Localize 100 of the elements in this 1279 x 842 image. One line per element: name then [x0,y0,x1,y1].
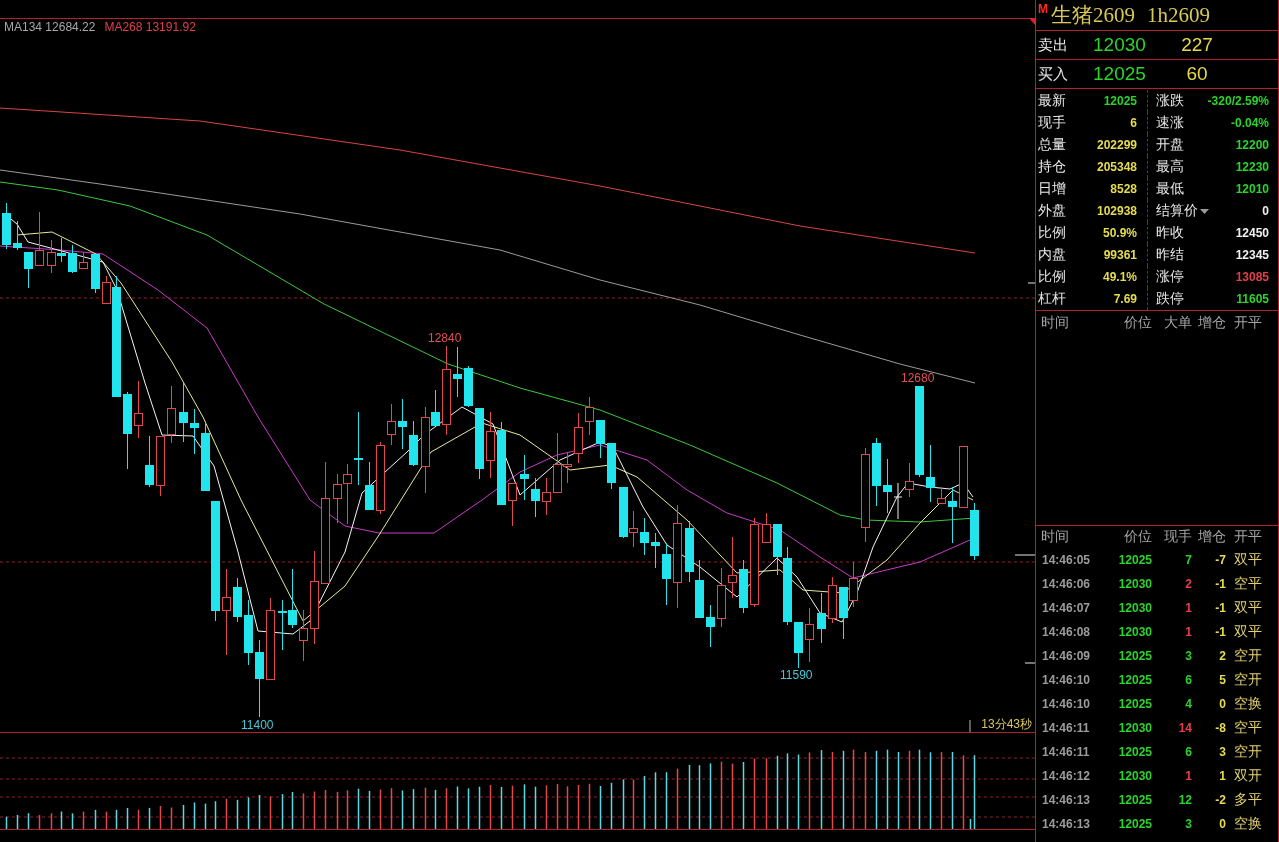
stat-value: 7.69 [1113,292,1137,306]
stat-label: 杠杆 [1038,290,1066,308]
price-cell-text: 12030 [1117,577,1152,591]
stat-value: 8528 [1110,182,1137,196]
change-cell-text: -1 [1214,577,1226,591]
stat-label: 比例 [1038,224,1066,242]
stat-value: 0 [1262,204,1269,218]
stat-value: 12025 [1103,94,1137,108]
change-cell-text: 1 [1218,769,1226,783]
trade-type-cell-text: 双开 [1233,767,1263,785]
volume-cell-text: 12 [1177,793,1192,807]
stat-label: 涨停 [1156,268,1184,286]
stat-label: 比例 [1038,268,1066,286]
price-cell-text: 12025 [1117,553,1152,567]
caret-down-icon[interactable] [1200,208,1209,214]
volume-cell-text: 3 [1184,649,1192,663]
price-cell-text: 12030 [1117,769,1152,783]
stat-value: 205348 [1096,160,1137,174]
trade-type-cell-text: 空开 [1233,647,1263,665]
time-cell-text: 14:46:11 [1041,721,1091,735]
volume-cell-text: 1 [1184,769,1192,783]
price-cell-text: 12025 [1117,649,1152,663]
trade-type-cell-text: 空开 [1233,671,1263,689]
volume-cell-text: 14 [1177,721,1192,735]
stat-value: 12345 [1235,248,1269,262]
stat-value: 102938 [1096,204,1137,218]
stat-value: 202299 [1096,138,1137,152]
column-header: 大单 [1163,314,1192,332]
trade-type-cell-text: 双平 [1233,599,1263,617]
column-header: 现手 [1163,528,1192,546]
volume-cell-text: 3 [1184,817,1192,831]
trade-type-cell-text: 空开 [1233,743,1263,761]
change-cell-text: -1 [1214,625,1226,639]
time-cell-text: 14:46:07 [1041,601,1092,615]
column-header: 增仓 [1197,528,1226,546]
stat-label: 跌停 [1156,290,1184,308]
price-cell-text: 12030 [1117,601,1152,615]
trade-type-cell-text: 双平 [1233,623,1263,641]
stat-label: 总量 [1038,136,1066,154]
stat-label: 昨收 [1156,224,1184,242]
bid-volume: 60 [1185,63,1209,85]
price-cell-text: 12025 [1117,745,1152,759]
stat-label: 速涨 [1156,114,1184,132]
stat-label: 持仓 [1038,158,1066,176]
change-cell-text: 2 [1218,649,1226,663]
column-header: 时间 [1040,528,1070,546]
column-header: 价位 [1123,314,1152,332]
price-cell-text: 12025 [1117,673,1152,687]
stat-value: 12230 [1235,160,1269,174]
stat-value: 6 [1130,116,1137,130]
stat-label: 涨跌 [1156,92,1184,110]
volume-cell-text: 7 [1184,553,1192,567]
ask-volume: 227 [1180,34,1214,56]
price-cell-text: 12030 [1117,721,1152,735]
time-cell-text: 14:46:05 [1041,553,1092,567]
stat-value: -320/2.59% [1207,94,1269,108]
time-cell-text: 14:46:10 [1041,673,1092,687]
stat-label: 最低 [1156,180,1184,198]
volume-cell-text: 6 [1184,673,1192,687]
volume-cell-text: 2 [1184,577,1192,591]
change-cell-text: -7 [1214,553,1226,567]
contract-code: 1h2609 [1147,2,1210,28]
trade-type-cell-text: 空平 [1233,719,1263,737]
volume-cell-text: 4 [1184,697,1192,711]
price-cell-text: 12030 [1117,625,1152,639]
change-cell-text: 0 [1218,817,1226,831]
stat-label: 现手 [1038,114,1066,132]
change-cell-text: 5 [1218,673,1226,687]
bid-label: 买入 [1037,64,1069,84]
column-header: 增仓 [1197,314,1226,332]
change-cell-text: -2 [1214,793,1226,807]
ask-label: 卖出 [1037,35,1069,55]
stat-value: 12010 [1235,182,1269,196]
stat-value: -0.04% [1230,116,1269,130]
change-cell-text: 0 [1218,697,1226,711]
trade-type-cell-text: 空换 [1233,815,1263,833]
stat-label: 开盘 [1156,136,1184,154]
contract-name: 生猪2609 [1051,2,1135,28]
stat-value: 49.1% [1102,270,1137,284]
time-cell-text: 14:46:08 [1041,625,1092,639]
stat-label: 最新 [1038,92,1066,110]
stat-label: 结算价 [1156,202,1198,220]
time-cell-text: 14:46:13 [1041,793,1092,807]
stat-label: 昨结 [1156,246,1184,264]
volume-cell-text: 1 [1184,625,1192,639]
stat-value: 13085 [1235,270,1269,284]
title-mark: M [1038,3,1048,16]
trade-type-cell-text: 空平 [1233,575,1263,593]
stat-value: 99361 [1103,248,1137,262]
price-cell-text: 12025 [1117,793,1152,807]
time-cell-text: 14:46:09 [1041,649,1092,663]
trade-type-cell-text: 多平 [1233,791,1263,809]
stat-value: 50.9% [1102,226,1137,240]
time-cell-text: 14:46:11 [1041,745,1091,759]
volume-cell-text: 1 [1184,601,1192,615]
stat-label: 外盘 [1038,202,1066,220]
bid-price: 12025 [1093,63,1147,85]
volume-cell-text: 6 [1184,745,1192,759]
change-cell-text: 3 [1218,745,1226,759]
ask-price: 12030 [1093,34,1147,56]
